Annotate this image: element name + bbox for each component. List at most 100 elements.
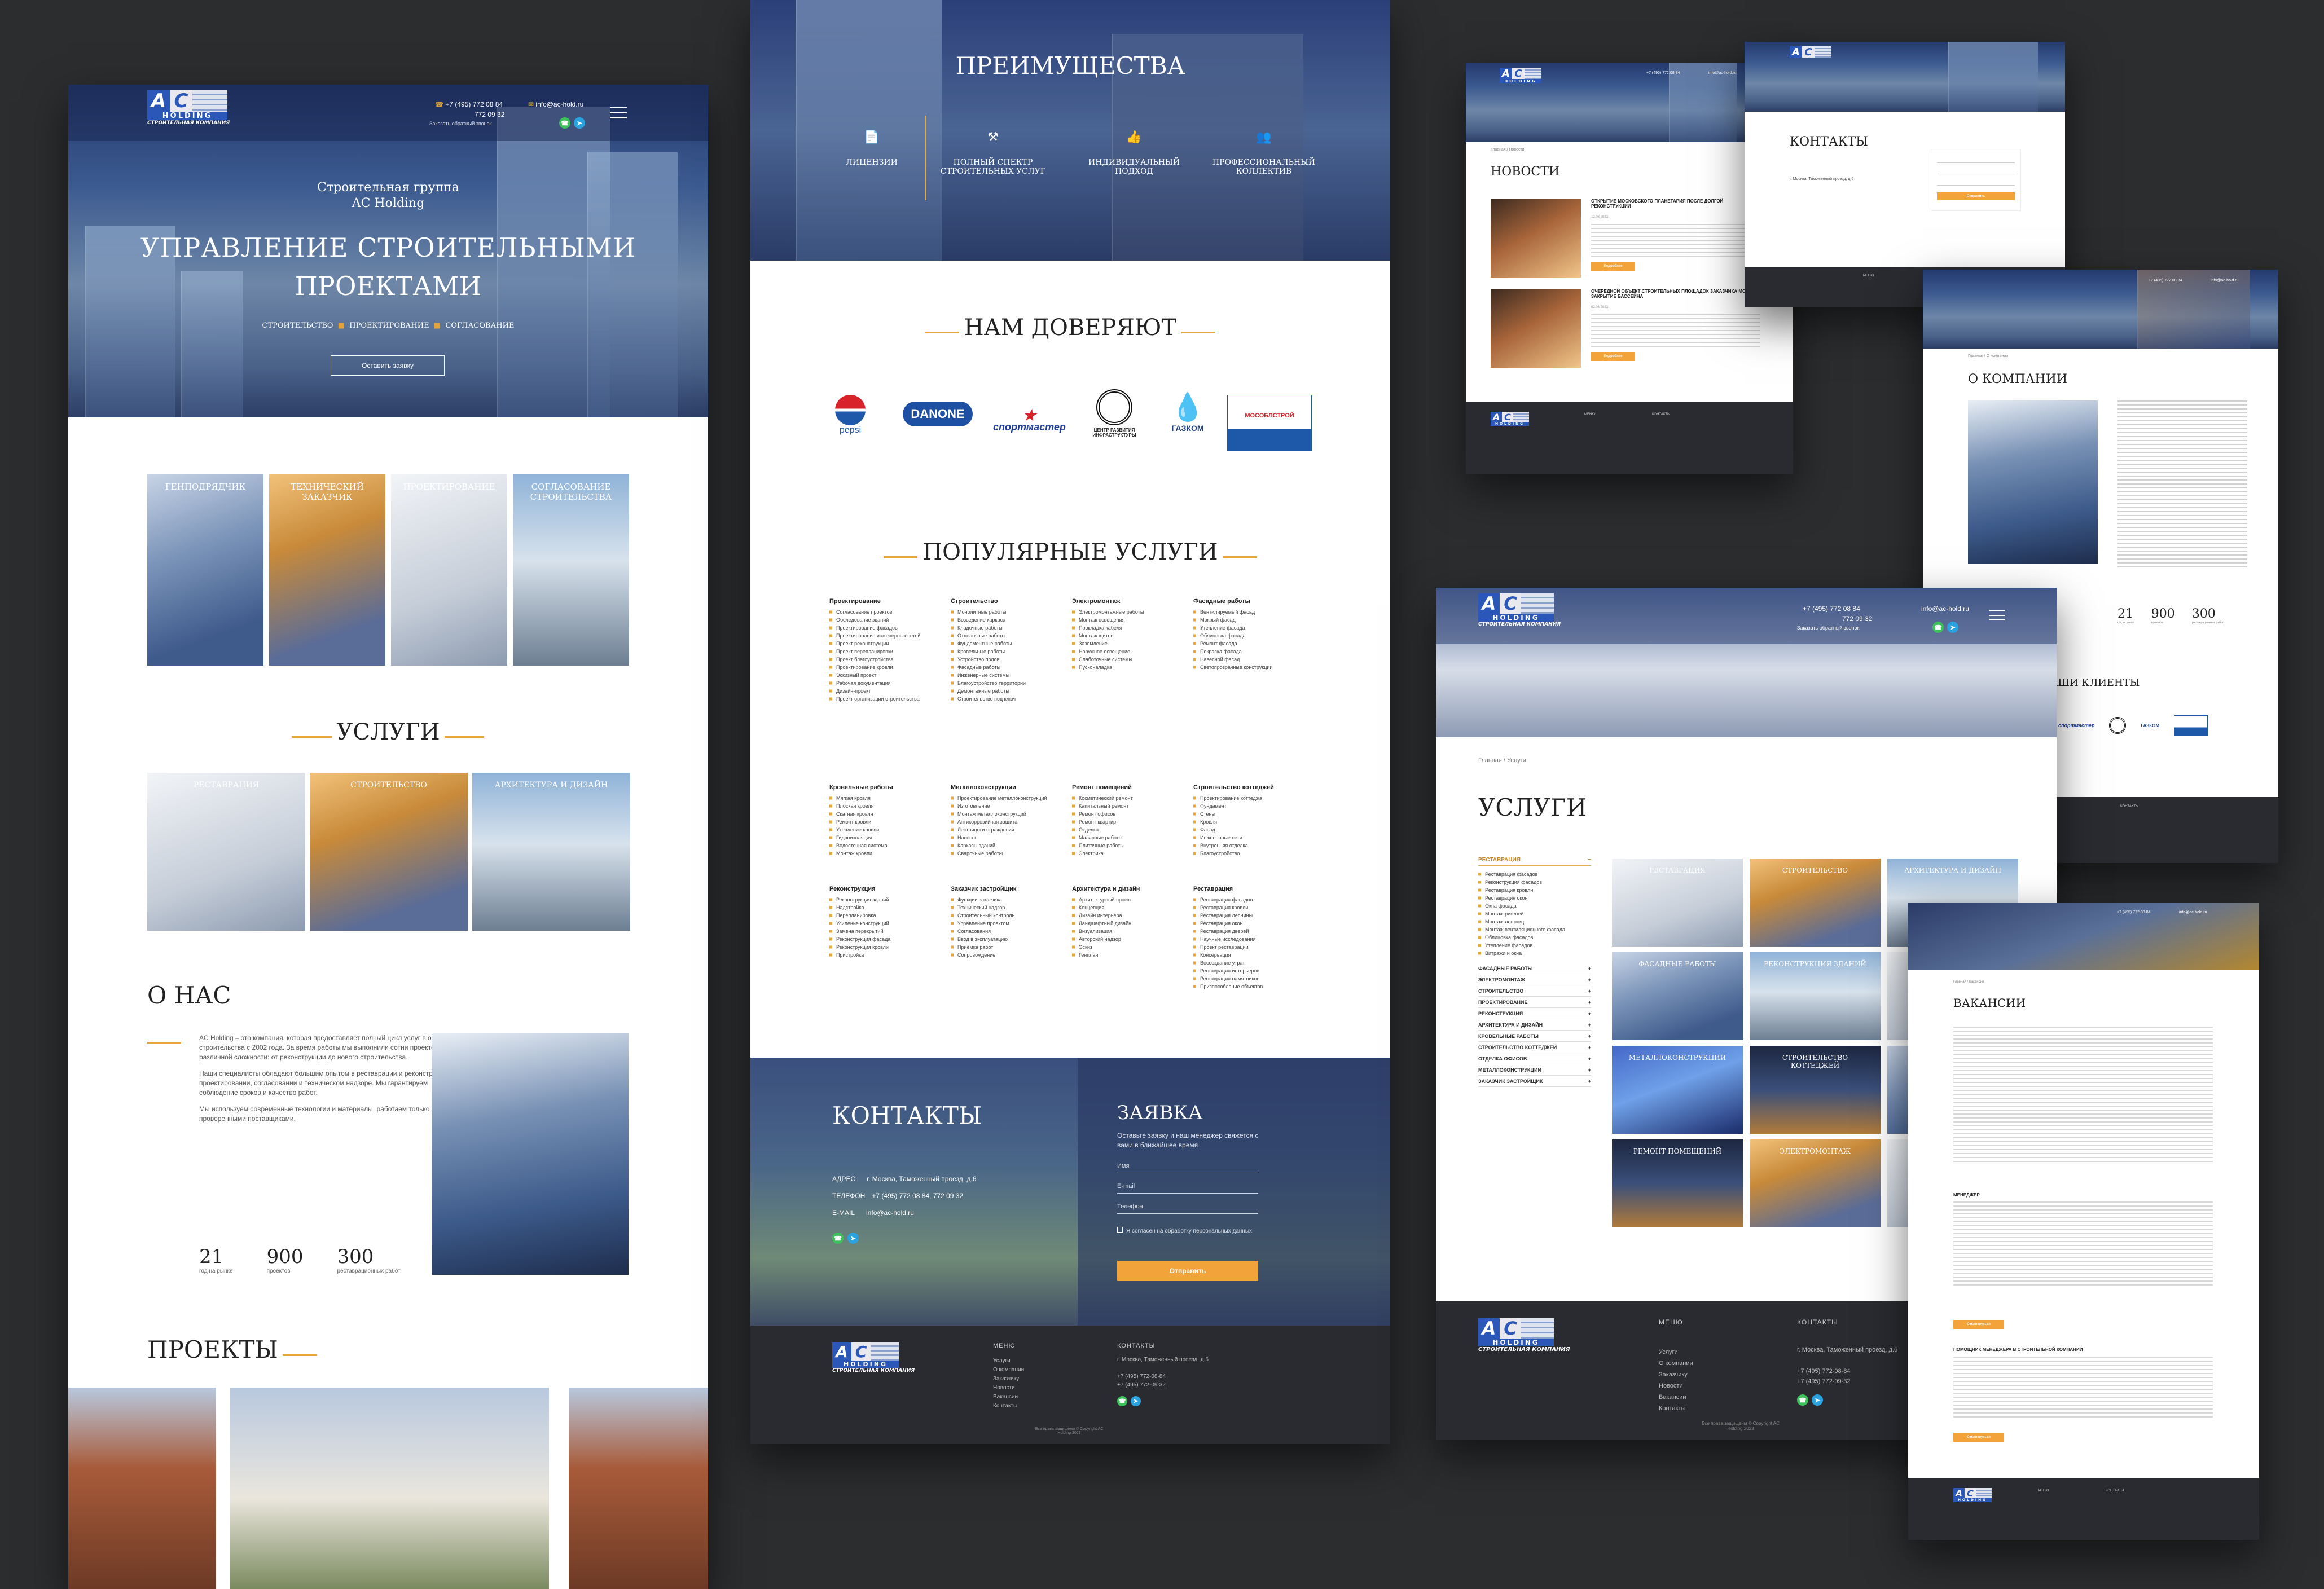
- tile-general-contractor[interactable]: ГЕНПОДРЯДЧИК: [147, 474, 263, 666]
- service-link[interactable]: Реставрация окон: [1193, 919, 1309, 927]
- sidebar-group[interactable]: МЕТАЛЛОКОНСТРУКЦИИ +: [1478, 1064, 1591, 1076]
- whatsapp-icon[interactable]: ☎: [832, 1233, 844, 1244]
- service-tile[interactable]: СТРОИТЕЛЬСТВО: [1750, 859, 1881, 947]
- sidebar-group[interactable]: СТРОИТЕЛЬСТВО КОТТЕДЖЕЙ +: [1478, 1042, 1591, 1053]
- footer-link[interactable]: Новости: [1659, 1380, 1693, 1392]
- service-link[interactable]: Монтаж кровли: [829, 849, 945, 857]
- news-item-title[interactable]: ОТКРЫТИЕ МОСКОВСКОГО ПЛАНЕТАРИЯ ПОСЛЕ ДО…: [1591, 199, 1760, 209]
- service-link[interactable]: Реставрация фасадов: [1193, 896, 1309, 904]
- sidebar-group[interactable]: СТРОИТЕЛЬСТВО +: [1478, 985, 1591, 997]
- sidebar-subitem[interactable]: Окна фасада: [1478, 902, 1591, 910]
- project-card[interactable]: [230, 1388, 549, 1589]
- service-link[interactable]: Малярные работы: [1072, 834, 1188, 842]
- contacts-email[interactable]: E-MAIL info@ac-hold.ru: [832, 1209, 914, 1217]
- footer-phone[interactable]: +7 (495) 772-08-84: [1117, 1374, 1166, 1380]
- sidebar-group[interactable]: ЗАКАЗЧИК ЗАСТРОЙЩИК +: [1478, 1076, 1591, 1087]
- service-link[interactable]: Ремонт кровли: [829, 818, 945, 826]
- service-link[interactable]: Капитальный ремонт: [1072, 802, 1188, 810]
- service-tile[interactable]: МЕТАЛЛОКОНСТРУКЦИИ: [1612, 1046, 1743, 1134]
- service-link[interactable]: Реставрация кровли: [1193, 904, 1309, 912]
- service-link[interactable]: Кровля: [1193, 818, 1309, 826]
- service-link[interactable]: Облицовка фасада: [1193, 632, 1309, 640]
- service-group-title[interactable]: Строительство: [951, 598, 1066, 605]
- service-link[interactable]: Ремонт квартир: [1072, 818, 1188, 826]
- service-link[interactable]: Фасад: [1193, 826, 1309, 834]
- service-link[interactable]: Надстройка: [829, 904, 945, 912]
- project-card[interactable]: [68, 1388, 216, 1589]
- burger-menu-icon[interactable]: [1989, 610, 2005, 620]
- service-link[interactable]: Антикоррозийная защита: [951, 818, 1066, 826]
- service-link[interactable]: Гидроизоляция: [829, 834, 945, 842]
- service-group-title[interactable]: Реконструкция: [829, 886, 945, 892]
- service-link[interactable]: Визуализация: [1072, 927, 1188, 935]
- news-more-button[interactable]: Подробнее: [1591, 262, 1635, 271]
- service-link[interactable]: Монолитные работы: [951, 608, 1066, 616]
- hero-cta-button[interactable]: Оставить заявку: [331, 355, 445, 376]
- service-link[interactable]: Концепция: [1072, 904, 1188, 912]
- service-link[interactable]: Ввод в эксплуатацию: [951, 935, 1066, 943]
- sidebar-group[interactable]: ФАСАДНЫЕ РАБОТЫ +: [1478, 963, 1591, 974]
- header-email[interactable]: info@ac-hold.ru: [2211, 279, 2239, 283]
- header-phone[interactable]: +7 (495) 772 08 84: [1646, 71, 1680, 75]
- service-link[interactable]: Консервация: [1193, 951, 1309, 959]
- header-phone[interactable]: +7 (495) 772 08 84: [1803, 605, 1860, 613]
- service-link[interactable]: Согласование проектов: [829, 608, 945, 616]
- service-link[interactable]: Сопровождение: [951, 951, 1066, 959]
- service-group-title[interactable]: Ремонт помещений: [1072, 784, 1188, 791]
- service-link[interactable]: Проект перепланировки: [829, 648, 945, 655]
- service-link[interactable]: Мокрый фасад: [1193, 616, 1309, 624]
- service-construction[interactable]: СТРОИТЕЛЬСТВО: [310, 773, 468, 931]
- service-link[interactable]: Обследование зданий: [829, 616, 945, 624]
- service-group-title[interactable]: Металлоконструкции: [951, 784, 1066, 791]
- breadcrumb[interactable]: Главная / Вакансии: [1953, 980, 1984, 984]
- service-group-title[interactable]: Электромонтаж: [1072, 598, 1188, 605]
- burger-menu-icon[interactable]: [610, 107, 627, 118]
- contacts-phone[interactable]: ТЕЛЕФОН +7 (495) 772 08 84, 772 09 32: [832, 1192, 963, 1200]
- service-link[interactable]: Внутренняя отделка: [1193, 842, 1309, 849]
- service-link[interactable]: Строительный контроль: [951, 912, 1066, 919]
- sidebar-group[interactable]: РЕКОНСТРУКЦИЯ +: [1478, 1008, 1591, 1019]
- telegram-icon[interactable]: ➤: [847, 1233, 859, 1244]
- whatsapp-icon[interactable]: ☎: [1932, 622, 1944, 633]
- sidebar-subitem[interactable]: Реконструкция фасадов: [1478, 878, 1591, 886]
- telegram-icon[interactable]: ➤: [574, 117, 585, 129]
- service-link[interactable]: Инженерные сети: [1193, 834, 1309, 842]
- service-architecture[interactable]: АРХИТЕКТУРА И ДИЗАЙН: [472, 773, 630, 931]
- service-link[interactable]: Реставрация дверей: [1193, 927, 1309, 935]
- service-link[interactable]: Покраска фасада: [1193, 648, 1309, 655]
- breadcrumb[interactable]: Главная / Новости: [1491, 148, 1525, 152]
- service-link[interactable]: Проектирование фасадов: [829, 624, 945, 632]
- service-group-title[interactable]: Заказчик застройщик: [951, 886, 1066, 892]
- service-group-title[interactable]: Архитектура и дизайн: [1072, 886, 1188, 892]
- apply-button[interactable]: Откликнуться: [1953, 1433, 2004, 1442]
- footer-link[interactable]: Услуги: [993, 1357, 1024, 1366]
- service-link[interactable]: Проектирование коттеджа: [1193, 794, 1309, 802]
- sidebar-subitem[interactable]: Витражи и окна: [1478, 949, 1591, 957]
- service-tile[interactable]: ЭЛЕКТРОМОНТАЖ: [1750, 1139, 1881, 1227]
- service-link[interactable]: Управление проектом: [951, 919, 1066, 927]
- service-link[interactable]: Эскизный проект: [829, 671, 945, 679]
- sidebar-subitem[interactable]: Утепление фасадов: [1478, 941, 1591, 949]
- service-link[interactable]: Возведение каркаса: [951, 616, 1066, 624]
- service-link[interactable]: Строительство под ключ: [951, 695, 1066, 703]
- service-link[interactable]: Демонтажные работы: [951, 687, 1066, 695]
- service-link[interactable]: Электромонтажные работы: [1072, 608, 1188, 616]
- service-link[interactable]: Наружное освещение: [1072, 648, 1188, 655]
- service-link[interactable]: Скатная кровля: [829, 810, 945, 818]
- service-link[interactable]: Утепление кровли: [829, 826, 945, 834]
- breadcrumb[interactable]: Главная / Услуги: [1478, 757, 1526, 764]
- service-link[interactable]: Ремонт офисов: [1072, 810, 1188, 818]
- send-button[interactable]: Отправить: [1117, 1261, 1258, 1281]
- service-link[interactable]: Реставрация интерьеров: [1193, 967, 1309, 975]
- service-link[interactable]: Ландшафтный дизайн: [1072, 919, 1188, 927]
- sidebar-group[interactable]: АРХИТЕКТУРА И ДИЗАЙН +: [1478, 1019, 1591, 1031]
- service-link[interactable]: Проектирование кровли: [829, 663, 945, 671]
- service-link[interactable]: Проект организации строительства: [829, 695, 945, 703]
- footer-link[interactable]: Заказчику: [993, 1375, 1024, 1384]
- service-link[interactable]: Плиточные работы: [1072, 842, 1188, 849]
- sidebar-subitem[interactable]: Реставрация фасадов: [1478, 870, 1591, 878]
- footer-phone[interactable]: +7 (495) 772-09-32: [1797, 1378, 1850, 1385]
- service-link[interactable]: Фундамент: [1193, 802, 1309, 810]
- form-name-input[interactable]: Имя: [1117, 1163, 1258, 1173]
- service-link[interactable]: Монтаж щитов: [1072, 632, 1188, 640]
